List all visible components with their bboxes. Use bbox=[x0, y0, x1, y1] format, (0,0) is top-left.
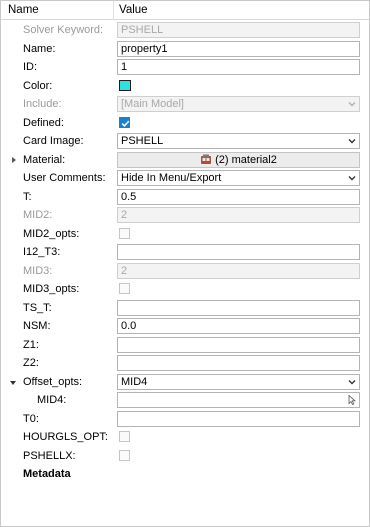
defined-label: Defined: bbox=[23, 116, 64, 129]
row-metadata: Metadata bbox=[1, 465, 369, 483]
chevron-down-icon bbox=[348, 102, 356, 107]
row-mid3: MID3: 2 bbox=[1, 262, 369, 280]
name-field[interactable]: property1 bbox=[117, 40, 360, 57]
include-value: [Main Model] bbox=[121, 98, 184, 110]
color-label: Color: bbox=[23, 79, 53, 92]
include-label: Include: bbox=[23, 98, 62, 110]
chevron-down-icon bbox=[348, 139, 356, 144]
column-header: Name Value bbox=[1, 1, 369, 20]
row-defined: Defined: bbox=[1, 114, 369, 132]
row-z1: Z1: bbox=[1, 336, 369, 354]
z2-field[interactable] bbox=[117, 355, 360, 371]
row-nsm: NSM: 0.0 bbox=[1, 317, 369, 335]
cursor-pick-icon bbox=[348, 395, 356, 405]
nsm-field[interactable]: 0.0 bbox=[117, 318, 360, 334]
include-dropdown: [Main Model] bbox=[117, 96, 360, 112]
value-column-header[interactable]: Value bbox=[119, 4, 148, 16]
row-hourgls-opt: HOURGLS_OPT: bbox=[1, 428, 369, 446]
property-entity-editor: Name Value Solver Keyword: PSHELL Name: … bbox=[0, 0, 370, 527]
t-label: T: bbox=[23, 190, 32, 203]
id-label: ID: bbox=[23, 61, 38, 73]
mid2-opts-checkbox[interactable] bbox=[119, 227, 130, 239]
id-field[interactable]: 1 bbox=[117, 59, 360, 75]
row-color: Color: bbox=[1, 77, 369, 95]
t0-label: T0: bbox=[23, 412, 39, 425]
material-label: Material: bbox=[23, 153, 66, 166]
row-mid3-opts: MID3_opts: bbox=[1, 280, 369, 298]
row-id: ID: 1 bbox=[1, 58, 369, 76]
row-card-image: Card Image: PSHELL bbox=[1, 132, 369, 150]
z1-field[interactable] bbox=[117, 336, 360, 353]
metadata-label: Metadata bbox=[23, 468, 71, 480]
mid2-opts-label: MID2_opts: bbox=[23, 227, 80, 240]
row-t: T: 0.5 bbox=[1, 188, 369, 206]
mid2-label: MID2: bbox=[23, 209, 53, 221]
row-mid2: MID2: 2 bbox=[1, 206, 369, 224]
offset-opts-label: Offset_opts: bbox=[23, 375, 83, 388]
i12-t3-label: I12_T3: bbox=[23, 246, 61, 258]
collapse-arrow-icon[interactable] bbox=[10, 380, 16, 385]
card-image-dropdown[interactable]: PSHELL bbox=[117, 133, 360, 149]
row-mid4: MID4: bbox=[1, 391, 369, 409]
user-comments-value: Hide In Menu/Export bbox=[121, 172, 222, 184]
name-column-header[interactable]: Name bbox=[8, 4, 39, 16]
row-user-comments: User Comments: Hide In Menu/Export bbox=[1, 169, 369, 187]
mid4-label: MID4: bbox=[37, 394, 67, 406]
hourgls-opt-label: HOURGLS_OPT: bbox=[23, 431, 108, 443]
expand-arrow-icon[interactable] bbox=[12, 156, 16, 163]
offset-opts-dropdown[interactable]: MID4 bbox=[117, 373, 360, 390]
material-selector-button[interactable]: (2) material2 bbox=[117, 151, 360, 168]
ts-t-field[interactable] bbox=[117, 299, 360, 316]
t-field[interactable]: 0.5 bbox=[117, 188, 360, 205]
row-t0: T0: bbox=[1, 410, 369, 428]
mid3-label: MID3: bbox=[23, 264, 53, 277]
user-comments-label: User Comments: bbox=[23, 172, 106, 184]
chevron-down-icon bbox=[348, 176, 356, 181]
offset-opts-value: MID4 bbox=[121, 375, 148, 388]
row-z2: Z2: bbox=[1, 354, 369, 372]
row-offset-opts: Offset_opts: MID4 bbox=[1, 373, 369, 391]
mid4-entity-selector[interactable] bbox=[117, 392, 360, 408]
solver-keyword-label: Solver Keyword: bbox=[23, 24, 104, 36]
z1-label: Z1: bbox=[23, 338, 39, 351]
t0-field[interactable] bbox=[117, 410, 360, 427]
column-divider[interactable] bbox=[113, 1, 114, 19]
row-mid2-opts: MID2_opts: bbox=[1, 225, 369, 243]
card-image-label: Card Image: bbox=[23, 135, 84, 147]
solver-keyword-field: PSHELL bbox=[117, 22, 360, 38]
checkmark-icon bbox=[121, 120, 130, 127]
nsm-label: NSM: bbox=[23, 320, 51, 332]
row-material: Material: (2) material2 bbox=[1, 151, 369, 169]
z2-label: Z2: bbox=[23, 357, 39, 369]
hourgls-opt-checkbox[interactable] bbox=[119, 431, 130, 442]
material-value: (2) material2 bbox=[215, 153, 277, 166]
i12-t3-field[interactable] bbox=[117, 244, 360, 260]
name-label: Name: bbox=[23, 42, 56, 55]
row-include: Include: [Main Model] bbox=[1, 95, 369, 113]
mid2-field: 2 bbox=[117, 207, 360, 223]
ts-t-label: TS_T: bbox=[23, 301, 52, 314]
row-pshellx: PSHELLX: bbox=[1, 447, 369, 465]
row-i12-t3: I12_T3: bbox=[1, 243, 369, 261]
row-name: Name: property1 bbox=[1, 40, 369, 58]
chevron-down-icon bbox=[348, 379, 356, 384]
mid3-opts-label: MID3_opts: bbox=[23, 283, 80, 295]
color-swatch[interactable] bbox=[119, 79, 131, 91]
defined-checkbox[interactable] bbox=[119, 116, 130, 128]
card-image-value: PSHELL bbox=[121, 135, 164, 147]
pshellx-checkbox[interactable] bbox=[119, 449, 130, 461]
pshellx-label: PSHELLX: bbox=[23, 449, 76, 462]
mid3-field: 2 bbox=[117, 262, 360, 279]
mid3-opts-checkbox[interactable] bbox=[119, 283, 130, 294]
row-ts-t: TS_T: bbox=[1, 299, 369, 317]
material-icon bbox=[201, 154, 212, 164]
user-comments-dropdown[interactable]: Hide In Menu/Export bbox=[117, 170, 360, 186]
row-solver-keyword: Solver Keyword: PSHELL bbox=[1, 21, 369, 39]
